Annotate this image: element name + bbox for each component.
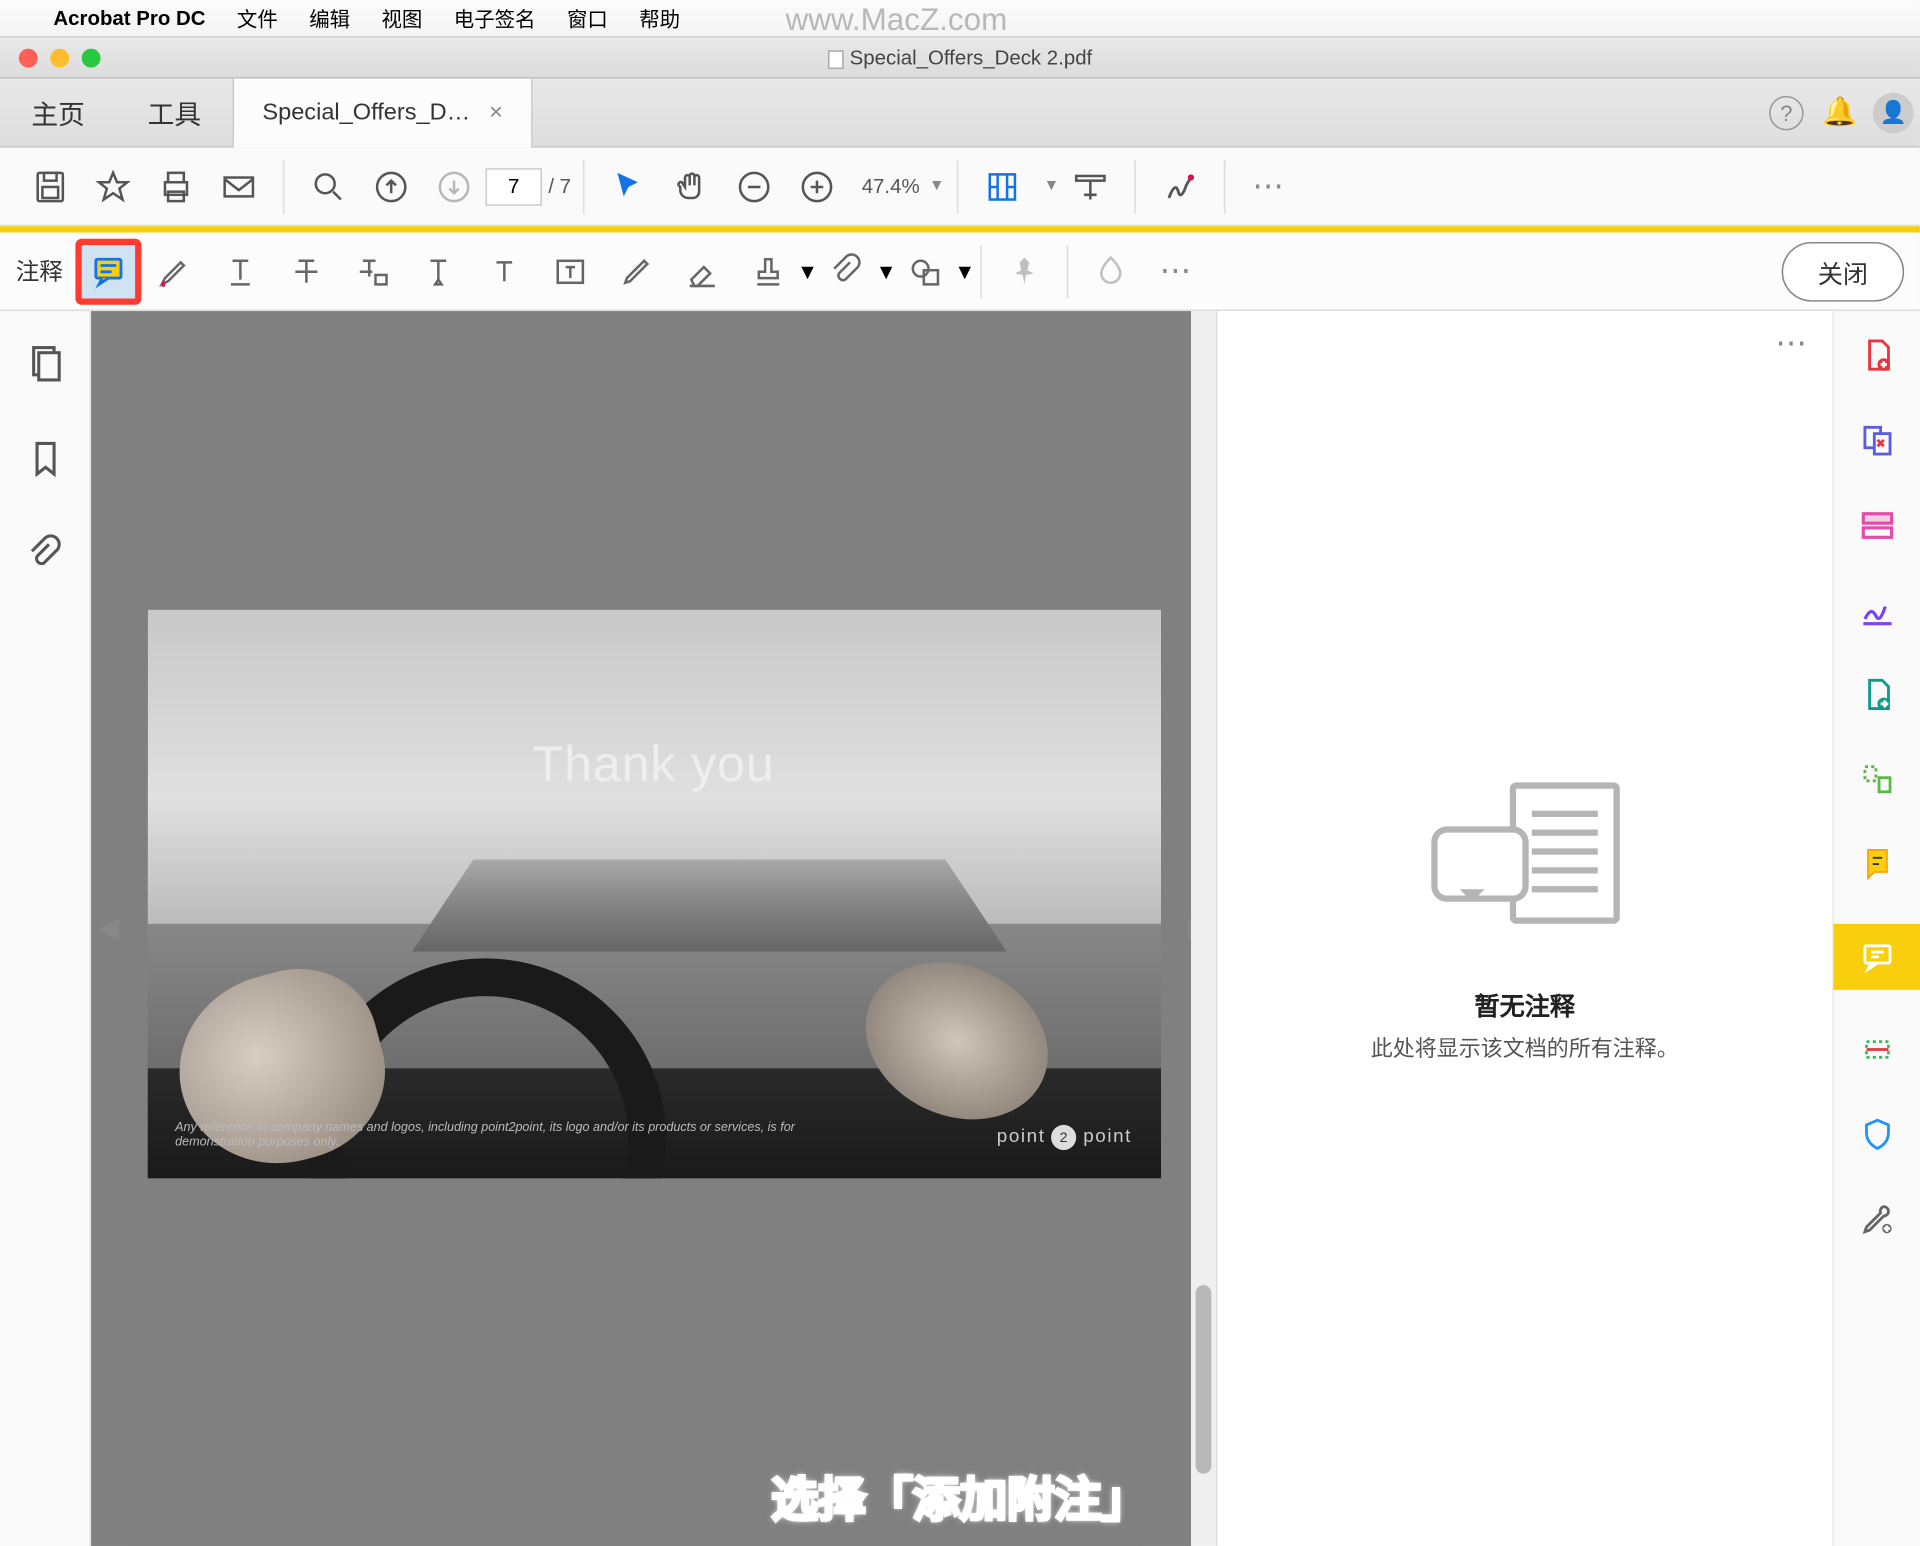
menu-edit[interactable]: 编辑 (294, 3, 366, 33)
zoom-level-label[interactable]: 47.4% (862, 174, 920, 198)
document-icon (828, 50, 844, 69)
window-title: Special_Offers_Deck 2.pdf (0, 46, 1920, 70)
more-tools-icon[interactable] (1852, 1194, 1902, 1244)
sign-button[interactable] (1149, 155, 1212, 218)
tab-close-button[interactable]: × (489, 99, 503, 126)
prev-page-button[interactable] (360, 155, 423, 218)
fit-page-button[interactable] (971, 155, 1034, 218)
attachments-button[interactable] (24, 534, 65, 583)
protect-icon[interactable] (1852, 1109, 1902, 1159)
combine-files-icon[interactable] (1852, 415, 1902, 465)
shapes-button[interactable] (893, 238, 959, 304)
slide-disclaimer: Any reference to company names and logos… (175, 1120, 846, 1150)
left-nav-panel (0, 311, 91, 1546)
organize-pages-icon[interactable] (1852, 754, 1902, 804)
zoom-in-button[interactable] (786, 155, 849, 218)
draw-button[interactable] (603, 238, 669, 304)
select-tool-button[interactable] (598, 155, 661, 218)
slide-title: Thank you (147, 735, 1160, 793)
bookmarks-button[interactable] (24, 438, 65, 487)
comment-more-button[interactable]: ⋯ (1144, 238, 1210, 304)
main-toolbar: / 7 47.4% ▼ ▼ ⋯ (0, 148, 1920, 227)
find-button[interactable] (297, 155, 360, 218)
textbox-button[interactable] (537, 238, 603, 304)
fit-dropdown-icon[interactable]: ▼ (1044, 178, 1060, 195)
shapes-dropdown-icon[interactable]: ▾ (958, 255, 971, 286)
window-title-text: Special_Offers_Deck 2.pdf (850, 46, 1093, 70)
watermark-text: www.MacZ.com (786, 3, 1008, 39)
tab-tools[interactable]: 工具 (116, 93, 232, 132)
menu-window[interactable]: 窗口 (551, 3, 623, 33)
zoom-dropdown-icon[interactable]: ▼ (929, 178, 945, 195)
underline-button[interactable] (207, 238, 273, 304)
attach-button[interactable] (814, 238, 880, 304)
attach-dropdown-icon[interactable]: ▾ (880, 255, 893, 286)
document-viewport[interactable]: ◀ Thank you Any reference to company nam… (91, 311, 1216, 1546)
strikethrough-button[interactable] (273, 238, 339, 304)
tab-document-label: Special_Offers_D… (262, 99, 470, 126)
save-button[interactable] (19, 155, 82, 218)
notifications-button[interactable]: 🔔 (1813, 96, 1866, 129)
email-button[interactable] (207, 155, 270, 218)
comments-empty-subtitle: 此处将显示该文档的所有注释。 (1218, 1032, 1832, 1063)
hand-tool-button[interactable] (661, 155, 724, 218)
more-tools-button[interactable]: ⋯ (1238, 155, 1301, 218)
print-button[interactable] (145, 155, 208, 218)
comments-empty-state: 暂无注释 此处将显示该文档的所有注释。 (1218, 782, 1832, 1063)
tab-document-active[interactable]: Special_Offers_D… × (233, 78, 533, 147)
signin-button[interactable]: 👤 (1866, 92, 1919, 133)
comment-close-button[interactable]: 关闭 (1782, 241, 1905, 301)
replace-text-button[interactable] (339, 238, 405, 304)
color-picker-button[interactable] (1078, 238, 1144, 304)
zoom-out-button[interactable] (723, 155, 786, 218)
scan-ocr-icon[interactable] (1852, 1024, 1902, 1074)
comment-toolbar: 注释 ▾ ▾ ▾ ⋯ 关闭 (0, 226, 1920, 311)
read-mode-button[interactable] (1059, 155, 1122, 218)
prev-page-arrow[interactable]: ◀ (97, 912, 119, 945)
erase-button[interactable] (669, 238, 735, 304)
tab-home[interactable]: 主页 (0, 93, 116, 132)
tab-bar: 主页 工具 Special_Offers_D… × ? 🔔 👤 (0, 79, 1920, 148)
menu-view[interactable]: 视图 (366, 3, 438, 33)
create-pdf-icon[interactable] (1852, 330, 1902, 380)
menu-file[interactable]: 文件 (221, 3, 293, 33)
next-page-button[interactable] (423, 155, 486, 218)
menu-esign[interactable]: 电子签名 (438, 3, 551, 33)
comments-panel-menu[interactable]: ⋯ (1775, 324, 1810, 363)
fill-sign-icon[interactable] (1852, 584, 1902, 634)
slide-content: Thank you Any reference to company names… (147, 610, 1160, 1179)
send-comments-icon[interactable] (1852, 839, 1902, 889)
annotation-caption: 选择「添加附注」 (0, 1461, 1920, 1530)
slide-brand: point2point (997, 1125, 1132, 1150)
comments-panel: ⋯ 暂无注释 此处将显示该文档的所有注释。 (1216, 311, 1832, 1546)
sticky-note-button[interactable] (75, 238, 141, 304)
page-total-label: / 7 (548, 174, 571, 198)
edit-pdf-icon[interactable] (1852, 500, 1902, 550)
right-tools-panel (1832, 311, 1920, 1546)
window-titlebar: Special_Offers_Deck 2.pdf (0, 38, 1920, 79)
pin-button[interactable] (992, 238, 1058, 304)
insert-text-button[interactable] (405, 238, 471, 304)
stamp-dropdown-icon[interactable]: ▾ (801, 255, 814, 286)
document-scrollbar[interactable] (1191, 311, 1216, 1546)
mac-menu-bar: Acrobat Pro DC 文件 编辑 视图 电子签名 窗口 帮助 www.M… (0, 0, 1920, 38)
comment-toolbar-label: 注释 (16, 255, 63, 288)
page-number-input[interactable] (485, 167, 542, 205)
export-pdf-icon[interactable] (1852, 669, 1902, 719)
comment-icon[interactable] (1833, 924, 1920, 990)
comments-empty-title: 暂无注释 (1218, 985, 1832, 1023)
thumbnails-button[interactable] (24, 342, 65, 391)
help-button[interactable]: ? (1760, 95, 1813, 130)
menu-help[interactable]: 帮助 (624, 3, 696, 33)
stamp-button[interactable] (735, 238, 801, 304)
star-button[interactable] (82, 155, 145, 218)
app-name[interactable]: Acrobat Pro DC (38, 6, 221, 30)
highlight-button[interactable] (141, 238, 207, 304)
comments-empty-icon (1430, 782, 1619, 955)
add-text-button[interactable] (471, 238, 537, 304)
